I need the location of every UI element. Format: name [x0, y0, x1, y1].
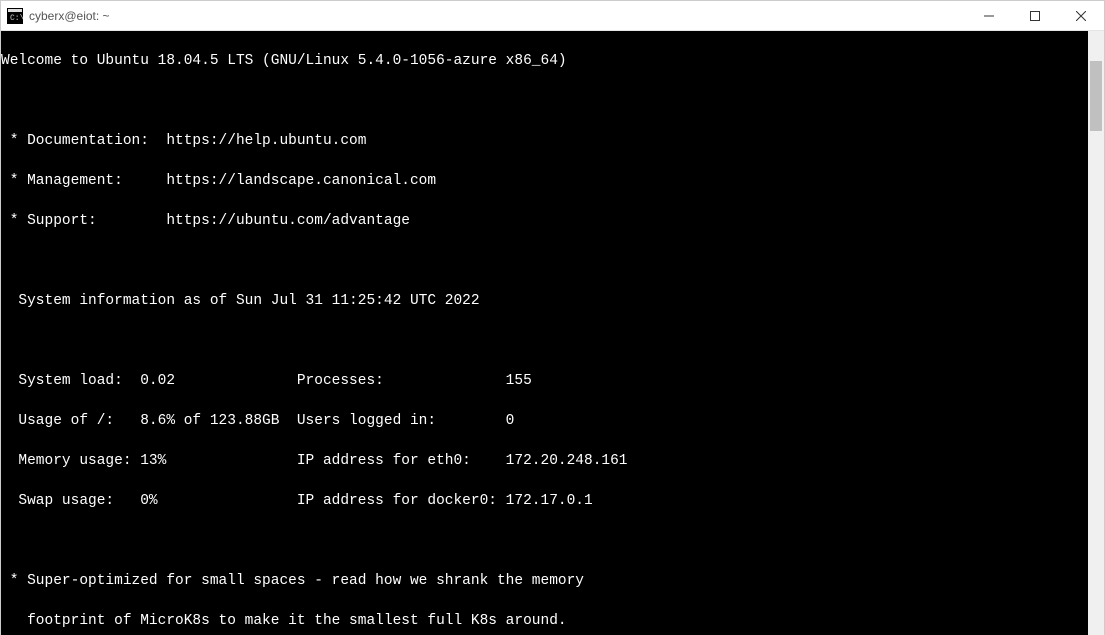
- terminal-area: Welcome to Ubuntu 18.04.5 LTS (GNU/Linux…: [1, 31, 1104, 635]
- mgmt-url: https://landscape.canonical.com: [166, 173, 436, 189]
- sysinfo-header: System information as of Sun Jul 31 11:2…: [1, 291, 1088, 311]
- motd-welcome: Welcome to Ubuntu 18.04.5 LTS (GNU/Linux…: [1, 51, 1088, 71]
- sysinfo-row: System load: 0.02 Processes: 155: [1, 371, 1088, 391]
- window-controls: [966, 1, 1104, 31]
- terminal-icon: C:\: [7, 8, 23, 24]
- maximize-button[interactable]: [1012, 1, 1058, 31]
- terminal-window: C:\ cyberx@eiot: ~ Welcome to Ubuntu 18.…: [0, 0, 1105, 635]
- titlebar[interactable]: C:\ cyberx@eiot: ~: [1, 1, 1104, 31]
- svg-text:C:\: C:\: [10, 14, 23, 23]
- scrollbar-thumb[interactable]: [1090, 61, 1102, 131]
- blank-line: [1, 251, 1088, 271]
- sysinfo-row: Memory usage: 13% IP address for eth0: 1…: [1, 451, 1088, 471]
- doc-url: https://help.ubuntu.com: [166, 133, 366, 149]
- scrollbar[interactable]: [1088, 31, 1104, 635]
- window-title: cyberx@eiot: ~: [29, 9, 110, 23]
- sysinfo-row: Swap usage: 0% IP address for docker0: 1…: [1, 491, 1088, 511]
- support-url: https://ubuntu.com/advantage: [166, 213, 410, 229]
- motd-support: * Support: https://ubuntu.com/advantage: [1, 211, 1088, 231]
- blank-line: [1, 331, 1088, 351]
- motd-microk8s: * Super-optimized for small spaces - rea…: [1, 571, 1088, 591]
- blank-line: [1, 91, 1088, 111]
- motd-mgmt: * Management: https://landscape.canonica…: [1, 171, 1088, 191]
- minimize-button[interactable]: [966, 1, 1012, 31]
- terminal-output[interactable]: Welcome to Ubuntu 18.04.5 LTS (GNU/Linux…: [1, 31, 1088, 635]
- blank-line: [1, 531, 1088, 551]
- close-button[interactable]: [1058, 1, 1104, 31]
- motd-microk8s: footprint of MicroK8s to make it the sma…: [1, 611, 1088, 631]
- motd-doc: * Documentation: https://help.ubuntu.com: [1, 131, 1088, 151]
- sysinfo-row: Usage of /: 8.6% of 123.88GB Users logge…: [1, 411, 1088, 431]
